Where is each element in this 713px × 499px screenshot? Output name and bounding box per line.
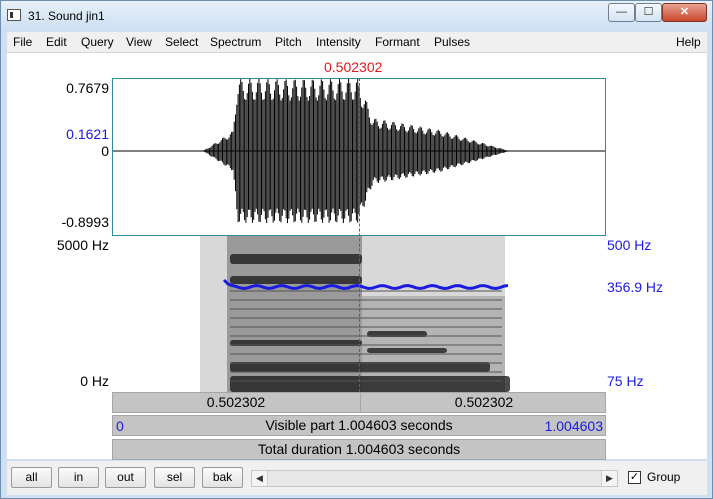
pitch-value-label: 356.9 Hz (607, 279, 664, 295)
menu-bar: File Edit Query View Select Spectrum Pit… (7, 32, 707, 53)
pitch-min-label: 75 Hz (607, 373, 644, 389)
menu-pulses[interactable]: Pulses (434, 35, 470, 49)
pitch-max-label: 500 Hz (607, 237, 652, 253)
maximize-button[interactable]: ☐ (635, 3, 662, 22)
zoom-in-button[interactable]: in (58, 467, 99, 488)
visible-part-bar[interactable]: 0 Visible part 1.004603 seconds 1.004603 (112, 415, 606, 436)
zoom-out-button[interactable]: out (105, 467, 146, 488)
app-icon (7, 9, 21, 21)
title-bar[interactable]: 31. Sound jin1 — ☐ ✕ (1, 1, 712, 31)
visible-end: 1.004603 (544, 418, 603, 434)
wave-y-zero: 0 (101, 143, 109, 159)
cursor-time-label: 0.502302 (324, 59, 383, 75)
app-window: 31. Sound jin1 — ☐ ✕ File Edit Query Vie… (0, 0, 713, 499)
time-scrollbar[interactable]: ◀ ▶ (251, 470, 618, 487)
menu-pitch[interactable]: Pitch (275, 35, 302, 49)
cursor-line (359, 78, 360, 392)
scroll-right-icon[interactable]: ▶ (601, 471, 617, 486)
menu-query[interactable]: Query (81, 35, 114, 49)
time-right-half[interactable]: 0.502302 (360, 393, 607, 412)
menu-help[interactable]: Help (676, 35, 701, 49)
time-left-half[interactable]: 0.502302 (113, 393, 359, 412)
spec-freq-max: 5000 Hz (56, 237, 109, 253)
menu-spectrum[interactable]: Spectrum (210, 35, 261, 49)
menu-view[interactable]: View (126, 35, 152, 49)
visible-start: 0 (116, 418, 124, 434)
menu-edit[interactable]: Edit (46, 35, 67, 49)
sound-editor: 0.502302 0.7679 0.1621 0 -0.8993 5000 Hz… (7, 53, 707, 460)
window-title: 31. Sound jin1 (28, 9, 105, 23)
selection-time-bar[interactable]: 0.502302 0.502302 (112, 392, 606, 413)
visible-part-text: Visible part 1.004603 seconds (265, 417, 453, 433)
zoom-back-button[interactable]: bak (202, 467, 243, 488)
group-label: Group (647, 470, 681, 484)
wave-y-min: -0.8993 (61, 214, 109, 230)
bottom-toolbar: all in out sel bak ◀ ▶ ✓ Group (7, 461, 707, 495)
zoom-all-button[interactable]: all (11, 467, 52, 488)
total-duration-text: Total duration 1.004603 seconds (257, 441, 461, 457)
close-button[interactable]: ✕ (662, 3, 707, 22)
menu-formant[interactable]: Formant (375, 35, 420, 49)
menu-intensity[interactable]: Intensity (316, 35, 361, 49)
wave-y-max: 0.7679 (66, 80, 109, 96)
minimize-button[interactable]: — (608, 3, 635, 22)
wave-y-cursor: 0.1621 (66, 126, 109, 142)
group-checkbox[interactable]: ✓ (628, 471, 641, 484)
total-duration-bar[interactable]: Total duration 1.004603 seconds (112, 439, 606, 460)
zoom-selection-button[interactable]: sel (154, 467, 195, 488)
menu-select[interactable]: Select (165, 35, 198, 49)
scroll-left-icon[interactable]: ◀ (252, 471, 268, 486)
spec-freq-min: 0 Hz (80, 373, 109, 389)
menu-file[interactable]: File (13, 35, 32, 49)
